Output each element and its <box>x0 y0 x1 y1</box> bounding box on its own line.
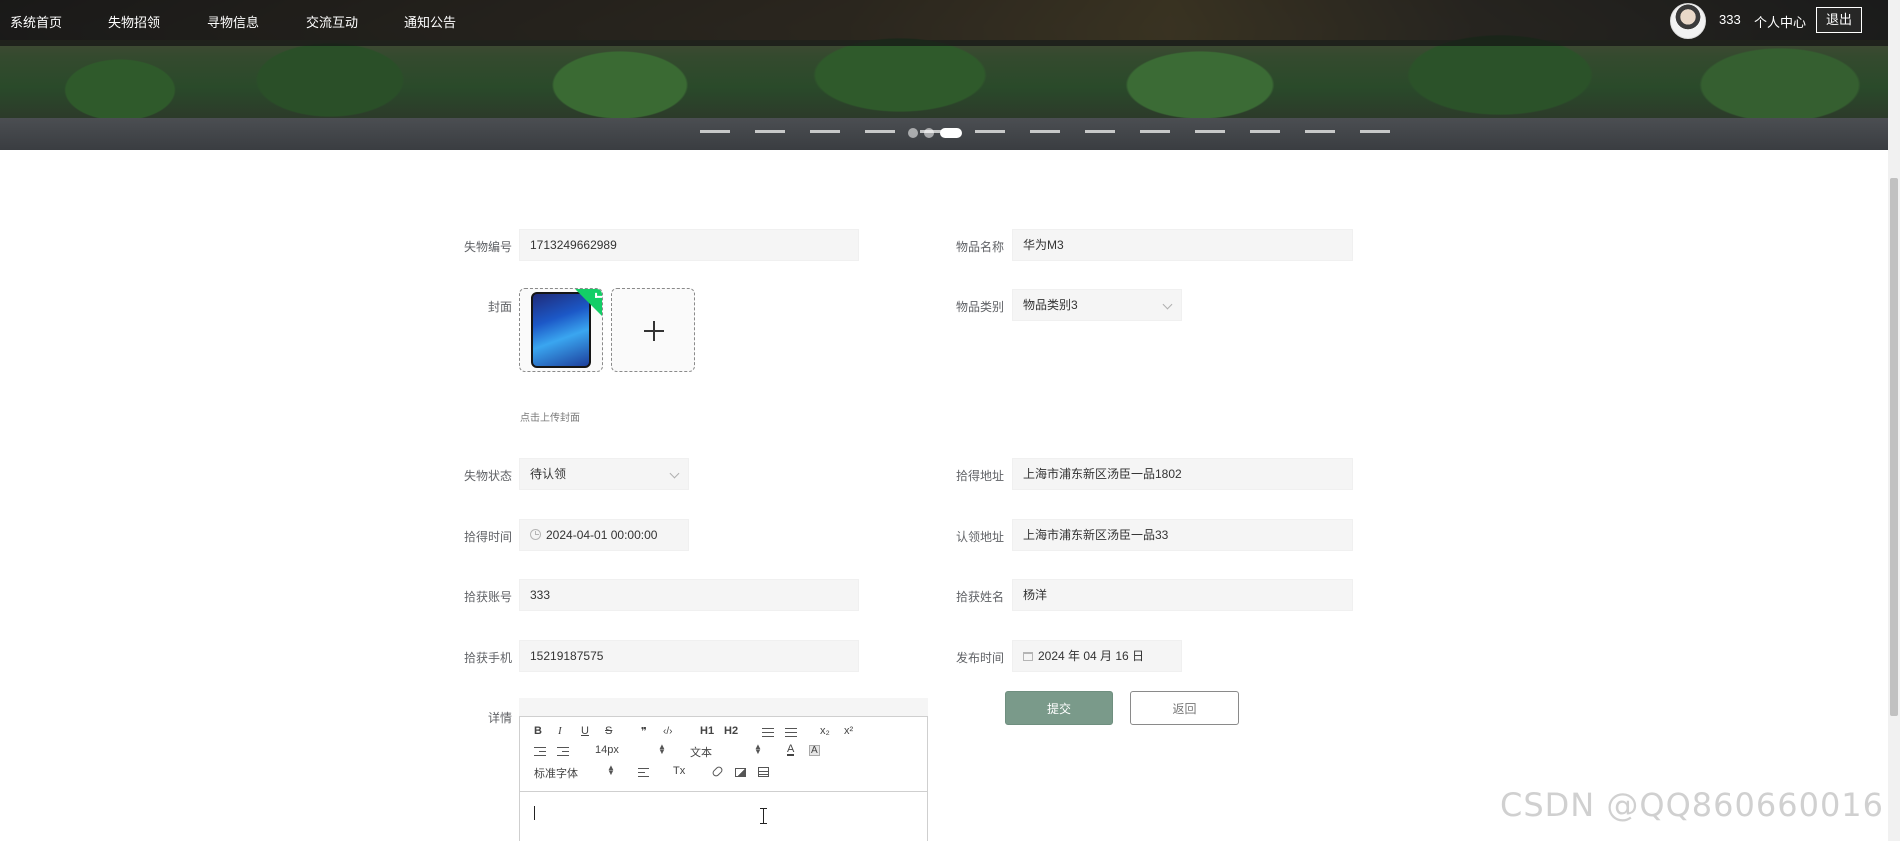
carousel-dot[interactable] <box>908 128 918 138</box>
outdent-icon[interactable] <box>534 747 546 756</box>
nav-item-lost-found[interactable]: 失物招领 <box>108 12 160 31</box>
strike-button[interactable]: S <box>605 725 612 737</box>
updown-icon: ▲ ▼ <box>607 763 615 777</box>
carousel-indicators <box>908 128 962 138</box>
details-label: 详情 <box>487 711 512 725</box>
avatar[interactable] <box>1670 3 1706 39</box>
carousel-dot-active[interactable] <box>940 128 962 138</box>
page: 系统首页 失物招领 寻物信息 交流互动 通知公告 333 个人中心 退出 失物编… <box>0 0 1900 841</box>
publish-time-value: 2024 年 04 月 16 日 <box>1038 649 1145 663</box>
superscript-button[interactable]: x² <box>844 725 853 737</box>
upload-tip: 点击上传封面 <box>520 413 580 424</box>
carousel-dot[interactable] <box>924 128 934 138</box>
found-time-value: 2024-04-01 00:00:00 <box>546 528 658 542</box>
link-icon[interactable] <box>711 765 724 778</box>
page-scrollbar-thumb[interactable] <box>1890 178 1898 716</box>
code-block-button[interactable]: ‹/› <box>663 726 672 737</box>
lost-status-value: 待认领 <box>530 467 567 481</box>
font-size-select[interactable]: 14px <box>595 744 619 756</box>
lost-status-select[interactable]: 待认领 <box>519 458 689 490</box>
lost-id-field[interactable]: 1713249662989 <box>519 229 859 261</box>
chevron-down-icon <box>669 468 680 479</box>
submit-button[interactable]: 提交 <box>1005 691 1113 725</box>
publish-time-picker[interactable]: 2024 年 04 月 16 日 <box>1012 640 1182 672</box>
found-time-picker[interactable]: 2024-04-01 00:00:00 <box>519 519 689 551</box>
indent-icon[interactable] <box>557 747 569 756</box>
claim-address-field[interactable]: 上海市浦东新区汤臣一品33 <box>1012 519 1353 551</box>
item-category-select[interactable]: 物品类别3 <box>1012 289 1182 321</box>
clean-format-button[interactable]: Tx <box>673 765 685 777</box>
image-icon[interactable] <box>735 768 746 777</box>
item-category-label: 物品类别 <box>955 300 1004 314</box>
updown-icon: ▲ ▼ <box>658 742 666 756</box>
item-name-field[interactable]: 华为M3 <box>1012 229 1353 261</box>
video-icon[interactable] <box>758 767 769 777</box>
updown-icon: ▲ ▼ <box>754 742 762 756</box>
blockquote-button[interactable]: ❞ <box>641 725 647 738</box>
found-time-label: 拾得时间 <box>463 530 512 544</box>
item-name-label: 物品名称 <box>955 240 1004 254</box>
editor-toolbar: B I U S ❞ ‹/› H1 H2 x₂ x² 14px ▲ ▼ 文本 ▲ ▼ … <box>520 717 927 792</box>
top-navbar: 系统首页 失物招领 寻物信息 交流互动 通知公告 333 个人中心 退出 <box>0 0 1888 46</box>
finder-phone-label: 拾获手机 <box>463 651 512 665</box>
lost-id-label: 失物编号 <box>463 240 512 254</box>
finder-name-label: 拾获姓名 <box>955 590 1004 604</box>
align-icon[interactable] <box>638 768 649 777</box>
item-category-value: 物品类别3 <box>1023 298 1078 312</box>
logout-button[interactable]: 退出 <box>1816 7 1862 33</box>
profile-link[interactable]: 个人中心 <box>1754 12 1806 31</box>
finder-phone-field[interactable]: 15219187575 <box>519 640 859 672</box>
cover-image-preview[interactable] <box>519 288 603 372</box>
ibeam-cursor-icon <box>760 808 768 824</box>
finder-account-field[interactable]: 333 <box>519 579 859 611</box>
editor-top-strip <box>519 698 928 716</box>
header-select[interactable]: 文本 <box>690 744 712 760</box>
clock-icon <box>530 529 541 540</box>
text-color-icon[interactable]: A <box>787 744 795 756</box>
found-address-label: 拾得地址 <box>955 469 1004 483</box>
header1-button[interactable]: H1 <box>700 725 714 737</box>
italic-button[interactable]: I <box>558 725 562 737</box>
finder-account-label: 拾获账号 <box>463 590 512 604</box>
username: 333 <box>1719 12 1741 27</box>
calendar-icon <box>1023 652 1033 661</box>
found-address-field[interactable]: 上海市浦东新区汤臣一品1802 <box>1012 458 1353 490</box>
back-button[interactable]: 返回 <box>1130 691 1239 725</box>
background-color-icon[interactable]: A <box>809 745 820 756</box>
lost-status-label: 失物状态 <box>463 469 512 483</box>
watermark: CSDN @QQ860660016 <box>1500 786 1885 824</box>
nav-item-notices[interactable]: 通知公告 <box>404 12 456 31</box>
header2-button[interactable]: H2 <box>724 725 738 737</box>
bold-button[interactable]: B <box>534 725 542 737</box>
nav-item-seek-items[interactable]: 寻物信息 <box>207 12 259 31</box>
font-family-select[interactable]: 标准字体 <box>534 765 578 781</box>
subscript-button[interactable]: x₂ <box>820 725 830 737</box>
details-rich-text-editor[interactable]: B I U S ❞ ‹/› H1 H2 x₂ x² 14px ▲ ▼ 文本 ▲ ▼ … <box>519 716 928 841</box>
chevron-down-icon <box>1162 299 1173 310</box>
cover-label: 封面 <box>487 300 512 314</box>
cover-phone-image <box>531 292 591 368</box>
nav-item-forum[interactable]: 交流互动 <box>306 12 358 31</box>
text-cursor <box>534 806 535 820</box>
publish-time-label: 发布时间 <box>955 651 1004 665</box>
finder-name-field[interactable]: 杨洋 <box>1012 579 1353 611</box>
cover-upload-button[interactable] <box>611 288 695 372</box>
underline-button[interactable]: U <box>581 725 589 737</box>
claim-address-label: 认领地址 <box>955 530 1004 544</box>
nav-item-home[interactable]: 系统首页 <box>10 12 62 31</box>
ordered-list-icon[interactable] <box>762 728 774 737</box>
bullet-list-icon[interactable] <box>785 728 797 737</box>
